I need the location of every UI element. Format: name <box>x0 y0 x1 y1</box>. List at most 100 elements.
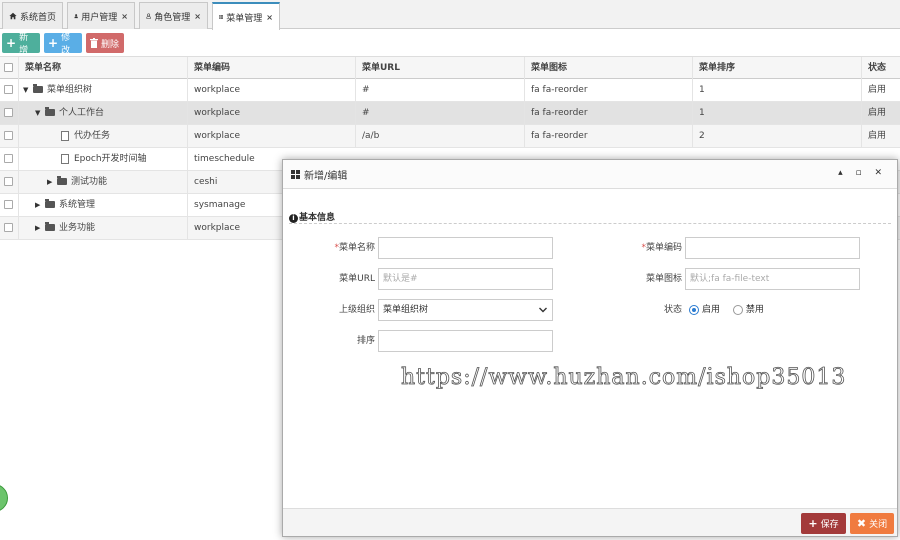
section-title: 基本信息 <box>299 213 336 223</box>
tab-user-management[interactable]: 用户管理 × <box>67 2 135 29</box>
column-header[interactable]: 菜单名称 <box>18 57 187 79</box>
tree-cell: ▶ 业务功能 <box>18 217 187 239</box>
column-header[interactable]: 状态 <box>861 57 900 79</box>
radio-checked-icon <box>689 304 699 315</box>
tab-home[interactable]: 系统首页 <box>2 2 63 29</box>
parent-org-label: 上级组织 <box>338 305 375 315</box>
menu-status: 启用 <box>861 79 900 101</box>
caret-right-icon[interactable]: ▶ <box>35 217 43 239</box>
tab-label: 用户管理 <box>81 12 118 23</box>
menu-order: 2 <box>692 125 861 147</box>
table-row[interactable]: ▼ 个人工作台 workplace # fa fa-reorder 1 启用 <box>0 102 900 125</box>
tab-role-management[interactable]: 角色管理 × <box>139 2 208 29</box>
table-row[interactable]: ▼ 菜单组织树 workplace # fa fa-reorder 1 启用 <box>0 79 900 102</box>
plus-icon: + <box>6 36 17 50</box>
row-checkbox[interactable] <box>0 171 18 193</box>
column-header[interactable]: 菜单编码 <box>187 57 355 79</box>
menu-name-input[interactable] <box>378 237 553 259</box>
row-checkbox[interactable] <box>0 125 18 147</box>
column-header[interactable]: 菜单URL <box>355 57 524 79</box>
selected-value: 菜单组织树 <box>383 305 429 315</box>
order-input[interactable] <box>378 330 553 352</box>
tab-bar: 系统首页 用户管理 × 角色管理 × 菜单管理 × <box>0 0 900 30</box>
close-icon[interactable]: × <box>121 12 128 21</box>
close-icon[interactable]: × <box>194 12 201 21</box>
status-label: 状态 <box>663 305 682 315</box>
close-button[interactable]: ✖ 关闭 <box>850 513 894 534</box>
chevron-down-icon <box>539 307 547 313</box>
tree-cell: ▼ 个人工作台 <box>18 102 187 124</box>
status-radio-group: 启用 禁用 <box>689 299 764 321</box>
menu-url-input[interactable]: 默认是# <box>378 268 553 290</box>
menu-url-label: 菜单URL <box>339 274 375 284</box>
placeholder-text: 默认;fa fa-file-text <box>690 274 770 284</box>
parent-org-select[interactable]: 菜单组织树 <box>378 299 553 321</box>
menu-code: workplace <box>187 125 355 147</box>
user-outline-icon <box>146 13 151 19</box>
watermark-text: https://www.huzhan.com/ishop35013 <box>401 365 847 391</box>
order-label: 排序 <box>356 336 375 346</box>
row-checkbox[interactable] <box>0 194 18 216</box>
menu-icon-class: fa fa-reorder <box>524 125 692 147</box>
save-button-label: 保存 <box>820 520 839 530</box>
tree-cell: ▼ 菜单组织树 <box>18 79 187 101</box>
menu-name: 测试功能 <box>71 177 108 187</box>
plus-icon: + <box>808 517 818 530</box>
edit-button[interactable]: + 修改 <box>44 33 82 56</box>
menu-name-label: *菜单名称 <box>285 237 375 259</box>
tree-cell: 代办任务 <box>18 125 187 147</box>
folder-icon <box>45 199 55 208</box>
menu-status: 启用 <box>861 125 900 147</box>
row-checkbox[interactable] <box>0 217 18 239</box>
menu-code-label: *菜单编码 <box>592 237 682 259</box>
caret-down-icon[interactable]: ▼ <box>23 79 31 101</box>
section-heading: i 基本信息 <box>289 210 335 223</box>
floating-helper-widget[interactable] <box>0 484 8 512</box>
menu-icon-label: 菜单图标 <box>645 274 682 284</box>
menu-code-input[interactable] <box>685 237 860 259</box>
radio-label: 启用 <box>702 305 721 315</box>
menu-status: 启用 <box>861 102 900 124</box>
section-divider <box>289 223 891 224</box>
menu-name: 菜单组织树 <box>47 85 93 95</box>
menu-url: # <box>355 102 524 124</box>
caret-right-icon[interactable]: ▶ <box>47 171 55 193</box>
edit-button-label: 修改 <box>61 33 71 56</box>
menu-icon-input[interactable]: 默认;fa fa-file-text <box>685 268 860 290</box>
row-checkbox[interactable] <box>0 148 18 170</box>
column-header[interactable]: 菜单排序 <box>692 57 861 79</box>
add-button[interactable]: + 新增 <box>2 33 40 56</box>
status-radio-disabled[interactable]: 禁用 <box>732 304 764 315</box>
menu-icon-class: fa fa-reorder <box>524 102 692 124</box>
menu-icon-class: fa fa-reorder <box>524 79 692 101</box>
delete-button[interactable]: 删除 <box>86 33 124 53</box>
close-icon[interactable]: × <box>266 13 273 22</box>
close-button-label: 关闭 <box>869 520 888 530</box>
save-button[interactable]: + 保存 <box>801 513 846 534</box>
caret-down-icon[interactable]: ▼ <box>35 102 43 124</box>
row-checkbox[interactable] <box>0 102 18 124</box>
menu-code: workplace <box>187 102 355 124</box>
delete-button-label: 删除 <box>101 39 120 50</box>
menu-code: workplace <box>187 79 355 101</box>
caret-right-icon[interactable]: ▶ <box>35 194 43 216</box>
home-icon <box>9 12 17 20</box>
menu-name: 业务功能 <box>59 223 96 233</box>
dialog-header[interactable]: 新增/编辑 ▴ ▫ ✕ <box>283 160 897 189</box>
file-icon <box>61 153 69 164</box>
trash-icon <box>90 38 98 48</box>
window-controls[interactable]: ▴ ▫ ✕ <box>838 168 887 178</box>
plus-icon: + <box>48 36 59 50</box>
folder-open-icon <box>45 107 55 116</box>
dialog-footer: + 保存 ✖ 关闭 <box>283 508 897 536</box>
folder-open-icon <box>33 84 43 93</box>
tree-cell: ▶ 测试功能 <box>18 171 187 193</box>
column-header[interactable]: 菜单图标 <box>524 57 692 79</box>
select-all-checkbox[interactable] <box>0 57 18 79</box>
dialog-title: 新增/编辑 <box>304 170 348 182</box>
row-checkbox[interactable] <box>0 79 18 101</box>
table-row[interactable]: 代办任务 workplace /a/b fa fa-reorder 2 启用 <box>0 125 900 148</box>
status-radio-enabled[interactable]: 启用 <box>689 304 721 315</box>
tab-menu-management[interactable]: 菜单管理 × <box>212 2 280 30</box>
user-icon <box>74 14 78 19</box>
